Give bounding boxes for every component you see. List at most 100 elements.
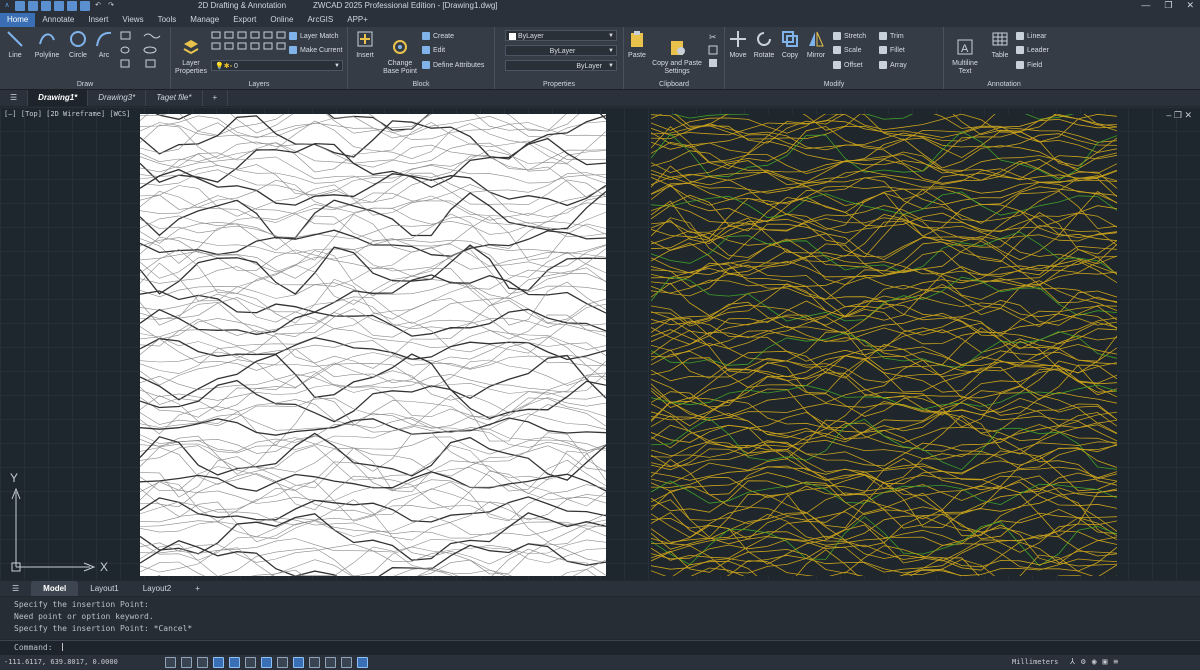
layer-properties-button[interactable]: Layer Properties — [173, 30, 209, 84]
otrack-toggle-icon[interactable] — [245, 657, 256, 668]
move-button[interactable]: Move — [727, 30, 749, 60]
selection-cycling-icon[interactable] — [309, 657, 320, 668]
array-button[interactable]: Array — [879, 61, 907, 69]
trim-button[interactable]: Trim — [879, 32, 904, 40]
scale-button[interactable]: Scale — [833, 46, 862, 54]
leader-button[interactable]: Leader — [1016, 46, 1049, 54]
insert-button[interactable]: Insert — [352, 30, 378, 60]
tab-arcgis[interactable]: ArcGIS — [300, 13, 340, 27]
app-logo-icon[interactable]: ∧ — [2, 1, 12, 11]
linetype-dropdown[interactable]: ByLayer ▼ — [505, 45, 617, 56]
annotation-scale-icon[interactable]: ⅄ — [1070, 657, 1075, 666]
fillet-button[interactable]: Fillet — [879, 46, 905, 54]
draw-panel-label[interactable]: Draw — [0, 81, 170, 88]
polyline-button[interactable]: Polyline — [30, 30, 64, 60]
command-line[interactable]: Command: | — [0, 640, 1200, 655]
undo-icon[interactable]: ↶ — [93, 1, 103, 11]
tab-manage[interactable]: Manage — [183, 13, 226, 27]
annotation-monitor-icon[interactable] — [325, 657, 336, 668]
tab-online[interactable]: Online — [263, 13, 300, 27]
snap-toggle-icon[interactable] — [181, 657, 192, 668]
menu-icon[interactable]: ☰ — [0, 90, 29, 106]
layers-panel-label[interactable]: Layers — [171, 81, 347, 88]
layer-dropdown[interactable]: 💡✱▫ 0 ▼ — [211, 60, 343, 71]
color-dropdown[interactable]: ByLayer ▼ — [505, 30, 617, 41]
circle-button[interactable]: Circle — [66, 30, 90, 60]
define-attributes-button[interactable]: Define Attributes — [422, 61, 484, 69]
clean-screen-icon[interactable]: ▣ — [1103, 657, 1108, 666]
annotation-panel-label[interactable]: Annotation — [944, 81, 1064, 88]
workspace-switch-icon[interactable]: ⚙ — [1081, 657, 1086, 666]
plot-icon[interactable] — [80, 1, 90, 11]
paste-button[interactable]: Paste — [626, 30, 648, 60]
properties-panel-label[interactable]: Properties — [495, 81, 623, 88]
tab-layout1[interactable]: Layout1 — [78, 581, 130, 596]
field-button[interactable]: Field — [1016, 61, 1042, 69]
linear-dimension-button[interactable]: Linear — [1016, 32, 1046, 40]
multiline-text-button[interactable]: A Multiline Text — [948, 30, 982, 84]
isolate-objects-icon[interactable] — [341, 657, 352, 668]
save-icon[interactable] — [41, 1, 51, 11]
workspace-selector[interactable]: 2D Drafting & Annotation — [198, 1, 286, 10]
modify-panel-label[interactable]: Modify — [725, 81, 943, 88]
doc-tab-drawing1[interactable]: Drawing1* — [28, 90, 89, 106]
copy-paste-settings-button[interactable]: Copy and Paste Settings — [650, 30, 704, 84]
layer-match-button[interactable]: Layer Match — [289, 32, 339, 40]
tab-home[interactable]: Home — [0, 13, 36, 27]
edit-block-button[interactable]: Edit — [422, 46, 445, 54]
drawing-canvas[interactable]: Y X — [0, 107, 1200, 580]
maximize-icon[interactable]: ❐ — [1174, 110, 1182, 120]
open-file-icon[interactable] — [28, 1, 38, 11]
tab-insert[interactable]: Insert — [81, 13, 115, 27]
lineweight-dropdown[interactable]: ByLayer ▼ — [505, 60, 617, 71]
new-tab-icon[interactable]: + — [203, 90, 229, 106]
arc-button[interactable]: Arc — [93, 30, 115, 60]
maximize-icon[interactable]: ❐ — [1164, 0, 1172, 11]
offset-button[interactable]: Offset — [833, 61, 863, 69]
close-icon[interactable]: ✕ — [1186, 0, 1194, 11]
command-input[interactable]: | — [60, 642, 65, 651]
rotate-button[interactable]: Rotate — [752, 30, 776, 60]
minimize-icon[interactable]: – — [1166, 110, 1171, 120]
tab-app-plus[interactable]: APP+ — [340, 13, 375, 27]
mirror-button[interactable]: Mirror — [804, 30, 828, 60]
close-icon[interactable]: ✕ — [1184, 110, 1192, 120]
hardware-acceleration-icon[interactable] — [357, 657, 368, 668]
layer-tools-icons[interactable] — [211, 31, 293, 51]
tab-tools[interactable]: Tools — [151, 13, 184, 27]
customize-icon[interactable]: ≡ — [1113, 657, 1118, 666]
viewport-label[interactable]: [—] [Top] [2D Wireframe] [WCS] — [4, 110, 130, 118]
print-icon[interactable] — [67, 1, 77, 11]
table-button[interactable]: Table — [988, 30, 1012, 60]
make-current-button[interactable]: Make Current — [289, 46, 342, 54]
ortho-toggle-icon[interactable] — [197, 657, 208, 668]
tab-model[interactable]: Model — [31, 581, 79, 596]
osnap-toggle-icon[interactable] — [229, 657, 240, 668]
create-block-button[interactable]: Create — [422, 32, 454, 40]
draw-tools-icons[interactable] — [120, 31, 168, 71]
transparency-toggle-icon[interactable] — [293, 657, 304, 668]
redo-icon[interactable]: ↷ — [106, 1, 116, 11]
units-dropdown[interactable]: Millimeters — [1012, 658, 1058, 666]
menu-icon[interactable]: ☰ — [0, 581, 31, 596]
doc-tab-drawing3[interactable]: Drawing3* — [88, 90, 147, 106]
save-as-icon[interactable] — [54, 1, 64, 11]
isolate-icon[interactable]: ◉ — [1092, 657, 1097, 666]
polar-toggle-icon[interactable] — [213, 657, 224, 668]
tab-export[interactable]: Export — [226, 13, 263, 27]
line-button[interactable]: Line — [4, 30, 26, 60]
change-base-point-button[interactable]: Change Base Point — [380, 30, 420, 84]
tab-annotate[interactable]: Annotate — [35, 13, 81, 27]
cut-copy-icons[interactable]: ✂ — [708, 31, 720, 71]
stretch-button[interactable]: Stretch — [833, 32, 866, 40]
add-layout-icon[interactable]: + — [183, 581, 212, 596]
tab-views[interactable]: Views — [115, 13, 150, 27]
dyn-toggle-icon[interactable] — [261, 657, 272, 668]
copy-button[interactable]: Copy — [779, 30, 801, 60]
lineweight-toggle-icon[interactable] — [277, 657, 288, 668]
new-file-icon[interactable] — [15, 1, 25, 11]
grid-toggle-icon[interactable] — [165, 657, 176, 668]
doc-tab-taget-file[interactable]: Taget file* — [146, 90, 203, 106]
tab-layout2[interactable]: Layout2 — [131, 581, 183, 596]
minimize-icon[interactable]: — — [1141, 0, 1150, 11]
